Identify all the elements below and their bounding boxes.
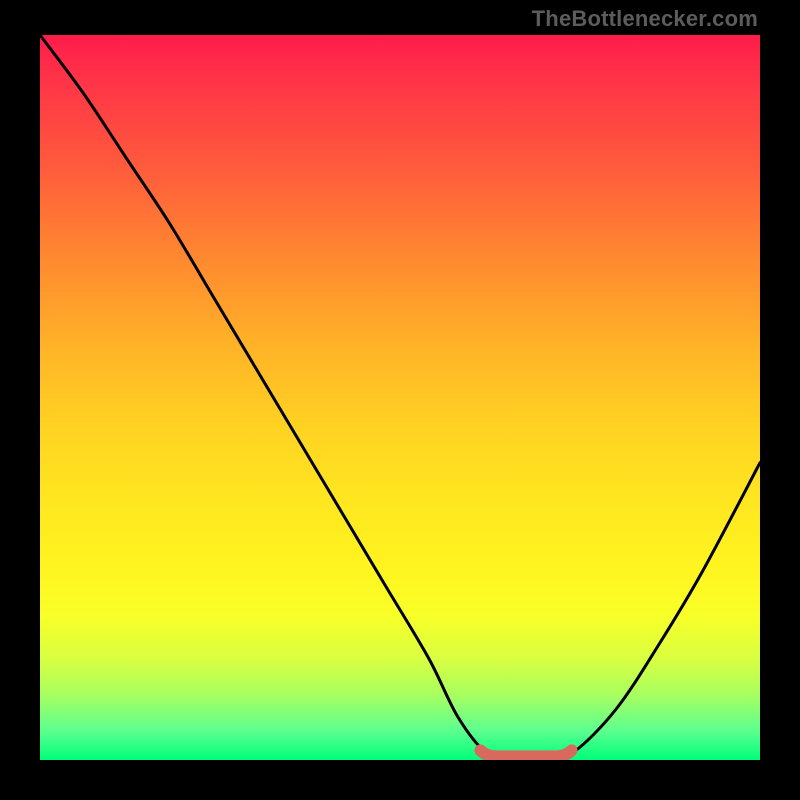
bottleneck-curve xyxy=(40,35,760,760)
plot-area xyxy=(40,35,760,760)
attribution-text: TheBottlenecker.com xyxy=(532,6,758,32)
chart-frame: TheBottlenecker.com xyxy=(0,0,800,800)
curve-svg xyxy=(40,35,760,760)
flat-pad xyxy=(480,750,571,756)
